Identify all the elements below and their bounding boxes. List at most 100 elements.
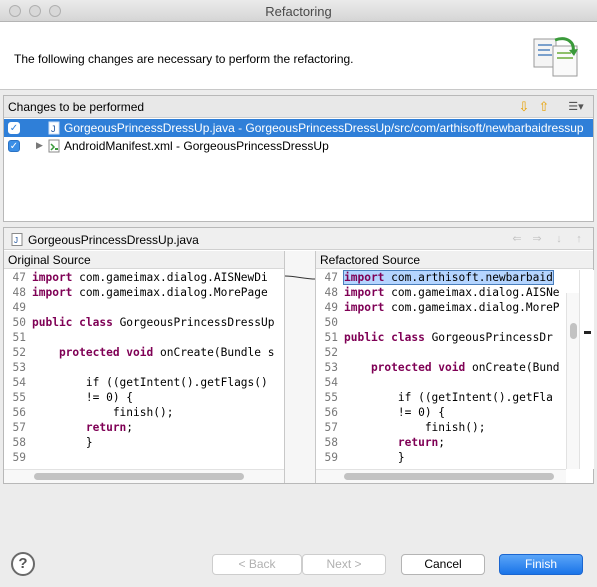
cancel-button[interactable]: Cancel — [401, 554, 485, 575]
code-line[interactable]: 48 import com.gameimax.dialog.AISNe — [316, 285, 565, 300]
change-item-manifest[interactable]: ✓ ▶ AndroidManifest.xml - GorgeousPrince… — [4, 137, 593, 155]
code-line[interactable]: 51 — [4, 330, 284, 345]
finish-button[interactable]: Finish — [499, 554, 583, 575]
code-text: if ((getIntent().getFla — [344, 391, 553, 404]
java-file-icon: J — [11, 233, 23, 246]
code-text: if ((getIntent().getFlags() — [32, 376, 268, 389]
code-line[interactable]: 50 — [316, 315, 565, 330]
refactored-source-code[interactable]: 47 import com.arthisoft.newbarbaid 48 impor… — [316, 270, 565, 465]
code-text: finish(); — [32, 406, 174, 419]
code-line[interactable]: 53 — [4, 360, 284, 375]
code-line[interactable]: 54 if ((getIntent().getFlags() — [4, 375, 284, 390]
line-number: 51 — [324, 331, 338, 344]
code-line[interactable]: 54 — [316, 375, 565, 390]
line-number: 58 — [12, 436, 26, 449]
code-keyword: protected void — [344, 361, 466, 374]
copy-right-to-left-icon[interactable]: ⇐ — [510, 233, 524, 245]
refactored-source-pane[interactable]: Refactored Source 47 import com.arthisoft… — [315, 251, 594, 483]
line-number: 52 — [324, 346, 338, 359]
change-item-checkbox[interactable]: ✓ — [8, 122, 20, 134]
code-line[interactable]: 52 — [316, 345, 565, 360]
code-line[interactable]: 58 } — [4, 435, 284, 450]
code-keyword: return — [32, 421, 127, 434]
code-text: ; — [438, 436, 446, 449]
line-number: 51 — [12, 331, 26, 344]
previous-difference-icon[interactable]: ↑ — [572, 233, 586, 245]
code-line[interactable]: 48 import com.gameimax.dialog.MorePage — [4, 285, 284, 300]
code-line[interactable]: 51 public class GorgeousPrincessDr — [316, 330, 565, 345]
line-number: 47 — [12, 271, 26, 284]
compare-viewer-header: J GorgeousPrincessDressUp.java ⇐ ⇒ ↓ ↑ — [4, 228, 593, 250]
changes-panel: Changes to be performed ⇩ ⇧ ☰▾ ✓ J Gorge… — [3, 95, 594, 222]
code-line[interactable]: 55 != 0) { — [4, 390, 284, 405]
code-line[interactable]: 49 — [4, 300, 284, 315]
refactored-horizontal-scrollbar[interactable] — [316, 469, 566, 483]
code-keyword: public class — [32, 316, 113, 329]
diff-connector-gutter — [284, 251, 317, 483]
next-change-icon[interactable]: ⇩ — [516, 99, 532, 115]
code-line[interactable]: 56 != 0) { — [316, 405, 565, 420]
code-line[interactable]: 50 public class GorgeousPrincessDressUp — [4, 315, 284, 330]
original-source-code[interactable]: 47 import com.gameimax.dialog.AISNewDi 48 i… — [4, 270, 284, 465]
code-line[interactable]: 59 — [4, 450, 284, 465]
help-icon[interactable]: ? — [11, 552, 35, 576]
scrollbar-thumb[interactable] — [34, 473, 244, 480]
next-difference-icon[interactable]: ↓ — [552, 233, 566, 245]
code-text: import com.gameimax.dialog.MorePage — [32, 286, 268, 299]
code-text: public class GorgeousPrincessDressUp — [32, 316, 274, 329]
code-text: ; — [126, 421, 134, 434]
refactored-vertical-scrollbar[interactable] — [566, 293, 579, 469]
code-text: } — [32, 436, 93, 449]
change-item-checkbox[interactable]: ✓ — [8, 140, 20, 152]
code-keyword: import — [344, 301, 385, 314]
code-text: com.gameimax.dialog.MorePage — [72, 286, 268, 299]
code-line[interactable]: 58 return; — [316, 435, 565, 450]
code-text: return; — [344, 436, 445, 449]
code-line[interactable]: 53 protected void onCreate(Bund — [316, 360, 565, 375]
code-text: return; — [32, 421, 133, 434]
line-number: 59 — [324, 451, 338, 464]
code-line[interactable]: 57 finish(); — [316, 420, 565, 435]
code-text: finish(); — [32, 406, 174, 419]
code-text: GorgeousPrincessDr — [424, 331, 553, 344]
code-line[interactable]: 47 import com.arthisoft.newbarbaid — [316, 270, 565, 285]
original-horizontal-scrollbar[interactable] — [4, 469, 284, 483]
scrollbar-thumb[interactable] — [570, 323, 577, 339]
expand-arrow-icon[interactable]: ▶ — [36, 140, 43, 151]
change-overview-ruler[interactable] — [579, 270, 594, 469]
back-button[interactable]: < Back — [212, 554, 302, 575]
window-titlebar: Refactoring — [0, 0, 597, 22]
code-text: if ((getIntent().getFla — [344, 391, 553, 404]
compare-file-name: GorgeousPrincessDressUp.java — [28, 233, 199, 247]
copy-left-to-right-icon[interactable]: ⇒ — [530, 233, 544, 245]
code-line[interactable]: 57 return; — [4, 420, 284, 435]
code-line[interactable]: 49 import com.gameimax.dialog.MoreP — [316, 300, 565, 315]
code-line[interactable]: 56 finish(); — [4, 405, 284, 420]
xml-file-icon — [48, 139, 60, 153]
compare-viewer: J GorgeousPrincessDressUp.java ⇐ ⇒ ↓ ↑ O… — [3, 227, 594, 484]
line-number: 56 — [324, 406, 338, 419]
original-source-pane[interactable]: Original Source 47 import com.gameimax.di… — [4, 251, 284, 483]
code-text: com.gameimax.dialog.AISNe — [384, 286, 560, 299]
previous-change-icon[interactable]: ⇧ — [536, 99, 552, 115]
change-item-java[interactable]: ✓ J GorgeousPrincessDressUp.java - Gorge… — [4, 119, 593, 137]
code-text: import com.gameimax.dialog.AISNe — [344, 286, 560, 299]
code-keyword: import — [344, 286, 385, 299]
code-line[interactable]: 55 if ((getIntent().getFla — [316, 390, 565, 405]
code-line[interactable]: 59 } — [316, 450, 565, 465]
line-number: 52 — [12, 346, 26, 359]
scrollbar-thumb[interactable] — [344, 473, 554, 480]
refactoring-wizard-icon — [533, 37, 578, 77]
window-title: Refactoring — [265, 4, 332, 19]
code-line[interactable]: 47 import com.gameimax.dialog.AISNewDi — [4, 270, 284, 285]
change-marker[interactable] — [584, 331, 591, 334]
svg-text:J: J — [51, 124, 56, 134]
next-button[interactable]: Next > — [302, 554, 386, 575]
filter-menu-icon[interactable]: ☰▾ — [564, 99, 588, 115]
line-number: 54 — [324, 376, 338, 389]
header-message: The following changes are necessary to p… — [14, 52, 354, 66]
code-line[interactable]: 52 protected void onCreate(Bundle s — [4, 345, 284, 360]
line-number: 49 — [324, 301, 338, 314]
code-text: public class GorgeousPrincessDr — [344, 331, 553, 344]
change-item-label: AndroidManifest.xml - GorgeousPrincessDr… — [64, 139, 329, 153]
